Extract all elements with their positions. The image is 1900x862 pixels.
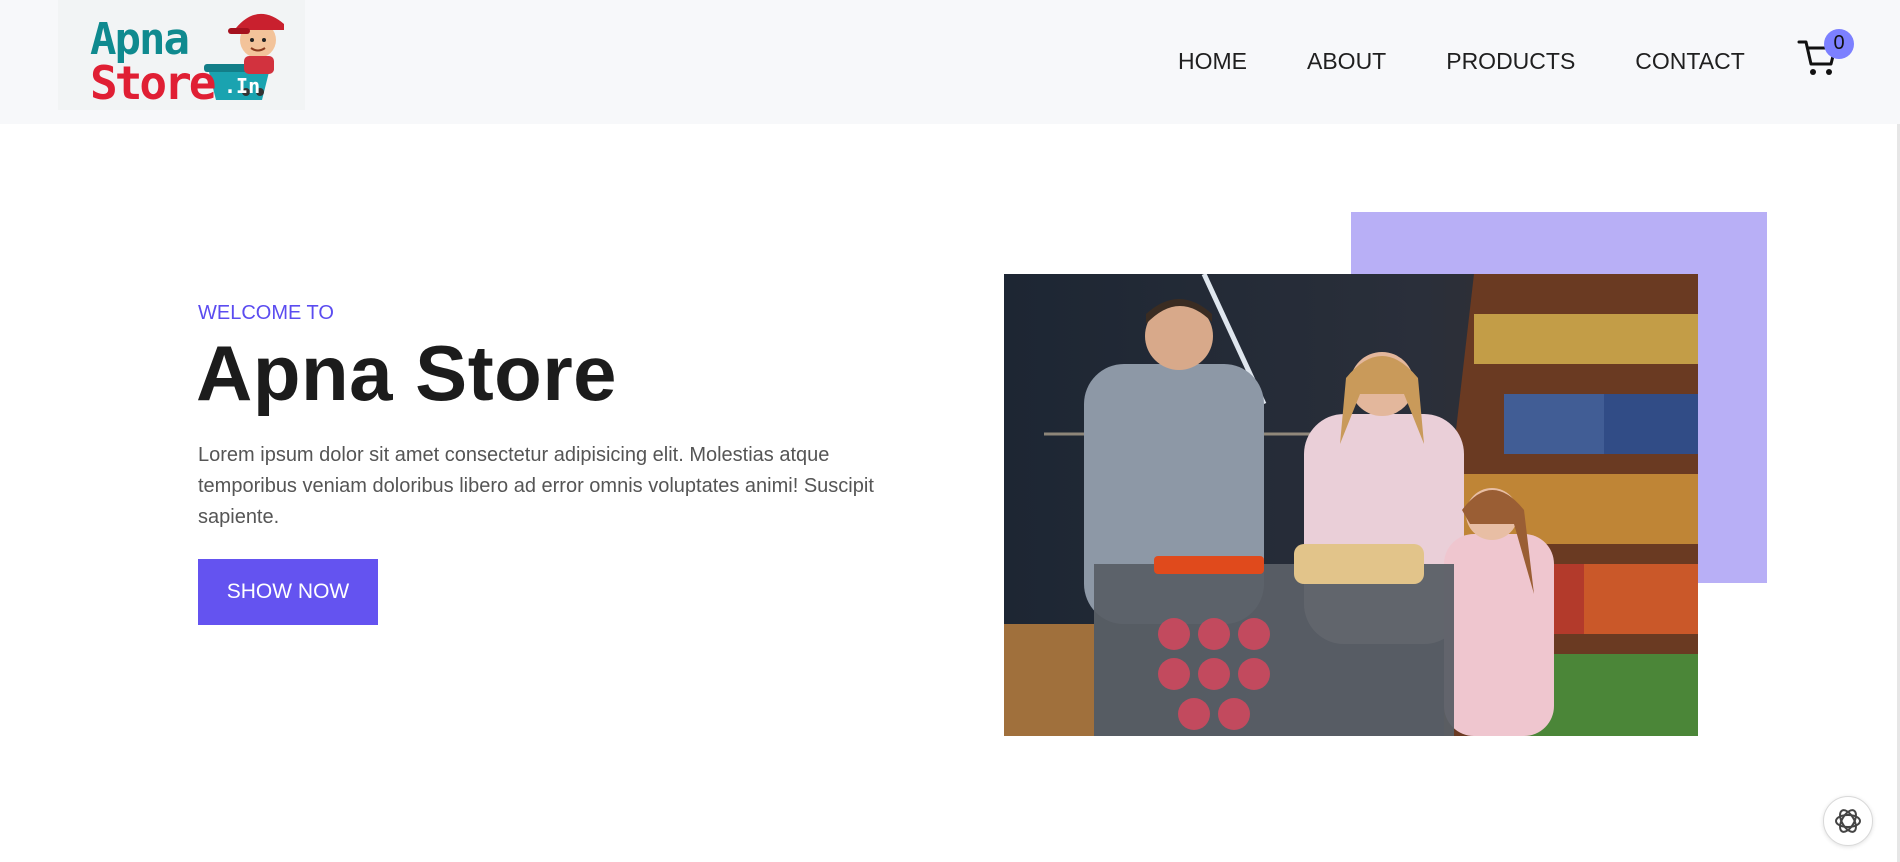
hero-image-family-shopping	[1004, 274, 1698, 736]
logo-text-suffix: .In	[224, 74, 261, 98]
openai-logo-icon[interactable]	[1823, 796, 1873, 846]
hero-eyebrow: WELCOME TO	[198, 302, 334, 324]
site-header: Apna Store .In HOME ABOUT PRODUCTS CONTA…	[0, 0, 1900, 124]
nav-contact-link[interactable]: CONTACT	[1635, 48, 1744, 75]
main-nav: HOME ABOUT PRODUCTS CONTACT	[1178, 48, 1745, 75]
store-logo[interactable]: Apna Store .In	[58, 0, 305, 110]
nav-home-link[interactable]: HOME	[1178, 48, 1247, 75]
cart-count-badge: 0	[1824, 29, 1854, 59]
hero-description: Lorem ipsum dolor sit amet consectetur a…	[198, 444, 874, 528]
nav-about-link[interactable]: ABOUT	[1307, 48, 1386, 75]
hero-title: Apna Store	[196, 329, 618, 417]
nav-products-link[interactable]: PRODUCTS	[1446, 48, 1575, 75]
logo-text-store: Store	[90, 56, 216, 110]
show-now-button[interactable]: SHOW NOW	[198, 559, 378, 625]
